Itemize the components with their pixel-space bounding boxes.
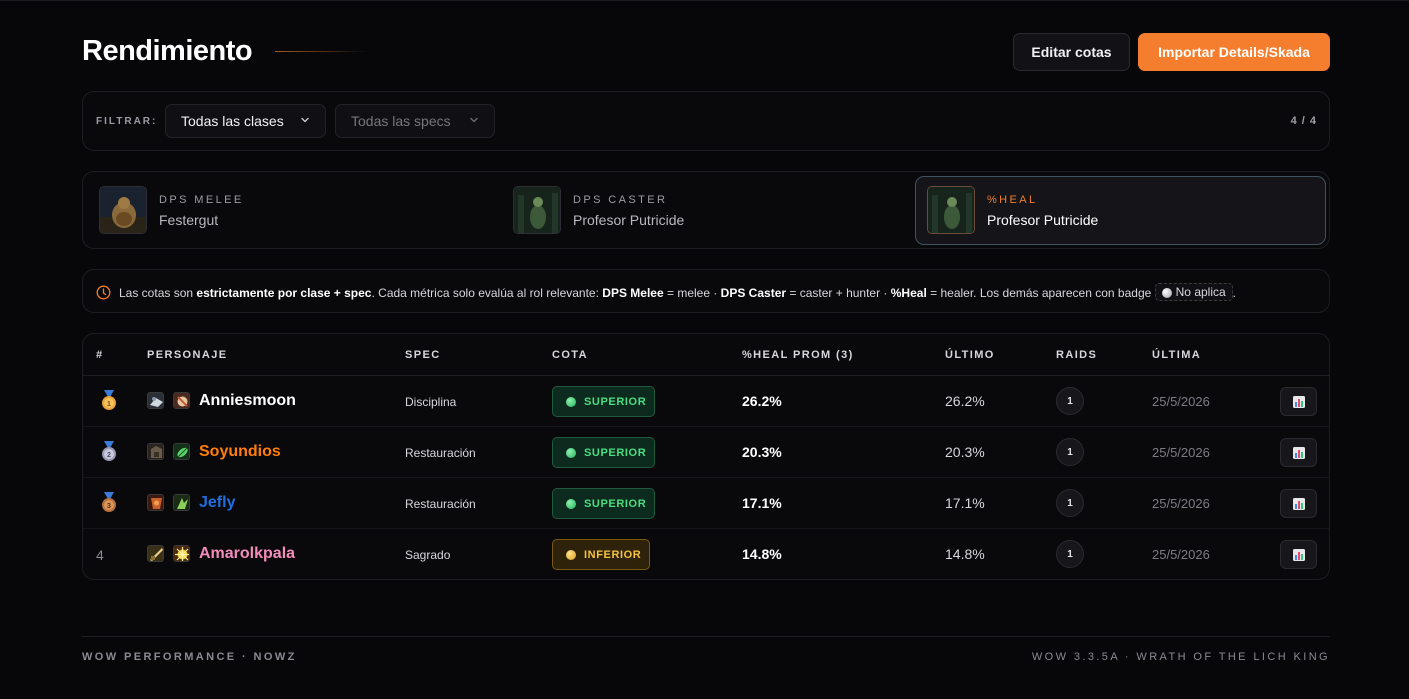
bar-chart-icon bbox=[1293, 549, 1305, 561]
gold-medal-icon: 1 bbox=[102, 390, 116, 410]
putricide-portrait-icon bbox=[927, 186, 975, 234]
bar-chart-icon bbox=[1293, 447, 1305, 459]
no-aplica-badge: No aplica bbox=[1154, 283, 1233, 301]
footer-brand: WOW PERFORMANCE · NOWZ bbox=[82, 651, 297, 663]
col-spec[interactable]: SPEC bbox=[405, 349, 441, 361]
raids-count-badge: 1 bbox=[1056, 489, 1084, 517]
character-name[interactable]: Anniesmoon bbox=[199, 392, 296, 410]
svg-text:2: 2 bbox=[107, 452, 111, 459]
filter-bar: FILTRAR: Todas las clases Todas las spec… bbox=[82, 91, 1330, 151]
bronze-medal-icon: 3 bbox=[102, 492, 116, 512]
svg-text:3: 3 bbox=[107, 503, 111, 510]
col-cota[interactable]: COTA bbox=[552, 349, 588, 361]
class-filter-value: Todas las clases bbox=[181, 113, 284, 129]
metric-average: 26.2% bbox=[742, 393, 782, 409]
metric-boss-name: Profesor Putricide bbox=[573, 212, 685, 228]
chevron-down-icon bbox=[301, 117, 309, 123]
festergut-portrait-icon bbox=[99, 186, 147, 234]
clock-info-icon bbox=[96, 285, 111, 300]
last-date: 25/5/2026 bbox=[1152, 496, 1210, 511]
priest-class-icon bbox=[147, 392, 164, 409]
druid-class-icon bbox=[147, 443, 164, 460]
metric-card-dps-caster[interactable]: DPS CASTER Profesor Putricide bbox=[501, 176, 907, 245]
results-count: 4 / 4 bbox=[1290, 115, 1317, 127]
view-chart-button[interactable] bbox=[1280, 489, 1317, 518]
last-value: 26.2% bbox=[945, 393, 985, 409]
filter-label: FILTRAR: bbox=[96, 116, 158, 127]
metric-label: DPS MELEE bbox=[159, 194, 244, 206]
metric-card-heal[interactable]: %HEAL Profesor Putricide bbox=[915, 176, 1326, 245]
spec-filter-value: Todas las specs bbox=[351, 113, 451, 129]
view-chart-button[interactable] bbox=[1280, 540, 1317, 569]
spec-name: Restauración bbox=[405, 497, 476, 511]
spec-filter-select[interactable]: Todas las specs bbox=[335, 104, 495, 138]
shaman-class-icon bbox=[147, 494, 164, 511]
metric-selector: DPS MELEE Festergut DPS CASTER Profesor … bbox=[82, 171, 1330, 249]
chevron-down-icon bbox=[470, 117, 478, 123]
metric-average: 14.8% bbox=[742, 546, 782, 562]
note-text: Las cotas son estrictamente por clase + … bbox=[119, 283, 1237, 301]
restoration-spec-icon bbox=[173, 494, 190, 511]
raids-count-badge: 1 bbox=[1056, 438, 1084, 466]
col-ultimo[interactable]: ÚLTIMO bbox=[945, 349, 995, 361]
page-header: Rendimiento Editar cotas Importar Detail… bbox=[82, 33, 1330, 71]
table-row[interactable]: 1 Anniesmoon Disciplina SUPERIOR 26.2% 2… bbox=[83, 376, 1329, 427]
character-name[interactable]: Jefly bbox=[199, 494, 235, 512]
metric-boss-name: Profesor Putricide bbox=[987, 212, 1099, 228]
last-value: 20.3% bbox=[945, 444, 985, 460]
cota-badge: SUPERIOR bbox=[552, 386, 655, 417]
metric-average: 20.3% bbox=[742, 444, 782, 460]
metric-label: DPS CASTER bbox=[573, 194, 668, 206]
cota-badge: SUPERIOR bbox=[552, 437, 655, 468]
spec-name: Sagrado bbox=[405, 548, 451, 562]
silver-medal-icon: 2 bbox=[102, 441, 116, 461]
col-ultima[interactable]: ÚLTIMA bbox=[1152, 349, 1201, 361]
view-chart-button[interactable] bbox=[1280, 438, 1317, 467]
last-value: 17.1% bbox=[945, 495, 985, 511]
last-date: 25/5/2026 bbox=[1152, 445, 1210, 460]
raids-count-badge: 1 bbox=[1056, 540, 1084, 568]
putricide-portrait-icon bbox=[513, 186, 561, 234]
last-value: 14.8% bbox=[945, 546, 985, 562]
col-rank: # bbox=[96, 349, 104, 361]
cota-badge: SUPERIOR bbox=[552, 488, 655, 519]
cota-badge: INFERIOR bbox=[552, 539, 650, 570]
edit-cotas-button[interactable]: Editar cotas bbox=[1013, 33, 1130, 71]
page-title: Rendimiento bbox=[82, 35, 253, 67]
bar-chart-icon bbox=[1293, 498, 1305, 510]
ranking-table: # PERSONAJE SPEC COTA %HEAL PROM (3) ÚLT… bbox=[82, 333, 1330, 580]
col-raids[interactable]: RAIDS bbox=[1056, 349, 1097, 361]
table-row[interactable]: 2 Soyundios Restauración SUPERIOR 20.3% … bbox=[83, 427, 1329, 478]
holy-spec-icon bbox=[173, 545, 190, 562]
table-row[interactable]: 4 Amarolkpala Sagrado INFERIOR 14.8% 14.… bbox=[83, 529, 1329, 579]
import-details-button[interactable]: Importar Details/Skada bbox=[1138, 33, 1330, 71]
view-chart-button[interactable] bbox=[1280, 387, 1317, 416]
spec-name: Restauración bbox=[405, 446, 476, 460]
bar-chart-icon bbox=[1293, 396, 1305, 408]
class-filter-select[interactable]: Todas las clases bbox=[165, 104, 326, 138]
character-name[interactable]: Soyundios bbox=[199, 443, 281, 461]
discipline-spec-icon bbox=[173, 392, 190, 409]
title-accent-line bbox=[275, 51, 367, 52]
last-date: 25/5/2026 bbox=[1152, 394, 1210, 409]
col-metric[interactable]: %HEAL PROM (3) bbox=[742, 349, 854, 361]
svg-text:1: 1 bbox=[107, 401, 111, 408]
col-personaje[interactable]: PERSONAJE bbox=[147, 349, 227, 361]
metric-card-dps-melee[interactable]: DPS MELEE Festergut bbox=[87, 176, 493, 245]
footer-divider bbox=[82, 636, 1330, 637]
paladin-class-icon bbox=[147, 545, 164, 562]
restoration-spec-icon bbox=[173, 443, 190, 460]
character-name[interactable]: Amarolkpala bbox=[199, 545, 295, 563]
metric-average: 17.1% bbox=[742, 495, 782, 511]
raids-count-badge: 1 bbox=[1056, 387, 1084, 415]
table-header: # PERSONAJE SPEC COTA %HEAL PROM (3) ÚLT… bbox=[83, 334, 1329, 376]
metric-label: %HEAL bbox=[987, 194, 1038, 206]
table-row[interactable]: 3 Jefly Restauración SUPERIOR 17.1% 17.1… bbox=[83, 478, 1329, 529]
spec-name: Disciplina bbox=[405, 395, 457, 409]
metric-boss-name: Festergut bbox=[159, 212, 219, 228]
footer-version: WOW 3.3.5A · WRATH OF THE LICH KING bbox=[1031, 651, 1330, 663]
info-note: Las cotas son estrictamente por clase + … bbox=[82, 269, 1330, 313]
rank-number: 4 bbox=[96, 547, 104, 563]
last-date: 25/5/2026 bbox=[1152, 547, 1210, 562]
